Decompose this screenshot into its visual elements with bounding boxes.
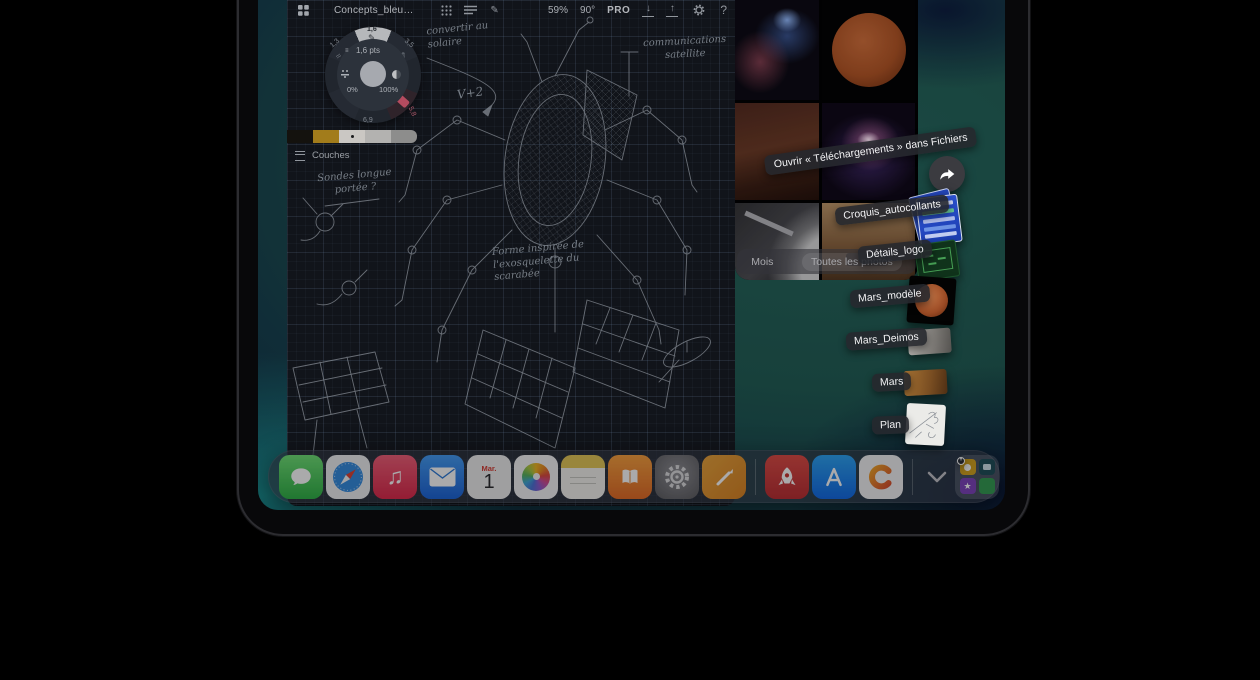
active-tool-size: 1,6	[367, 26, 377, 33]
swatch-black[interactable]	[287, 130, 313, 143]
safari-app-icon[interactable]	[326, 455, 370, 499]
app-library-icon[interactable]: ★	[955, 455, 999, 499]
forward-arrow-icon	[936, 163, 958, 185]
rocket-app-icon[interactable]	[765, 455, 809, 499]
concepts-c-icon	[866, 462, 896, 492]
share-forward-button[interactable]	[929, 156, 965, 192]
calendar-day: 1	[483, 472, 494, 493]
chat-bubble-icon	[288, 464, 314, 490]
swatch-white-selected[interactable]	[339, 130, 365, 143]
photos-flower-icon	[522, 463, 550, 491]
blend-mode-icon	[392, 70, 401, 79]
plan-sketch-lines	[905, 403, 946, 446]
dock-divider-2	[912, 459, 913, 495]
settings-app-icon[interactable]	[655, 455, 699, 499]
swatch-lightgray[interactable]	[365, 130, 391, 143]
messages-app-icon[interactable]	[279, 455, 323, 499]
swatch-gray[interactable]	[391, 130, 417, 143]
drawing-pen-app-icon[interactable]	[702, 455, 746, 499]
dock-divider	[755, 459, 756, 495]
concepts-app-canvas[interactable]: Concepts_bleu… ✎ 59% 90° PRO ↓ ↑ ?	[287, 0, 735, 506]
books-app-icon[interactable]	[608, 455, 652, 499]
tool-wheel[interactable]: 1,6 ✎ 1,3 ≈ 3,5 ✎ 5,8 6,9 1,6 pts ≡ 0% 1…	[323, 25, 423, 125]
app-store-icon[interactable]	[812, 455, 856, 499]
photo-horsehead-nebula[interactable]	[735, 0, 819, 100]
dock-apps: ♫ Mar. 1	[279, 455, 999, 499]
layers-button[interactable]: Couches	[295, 150, 350, 161]
dragged-plan-sketch[interactable]	[905, 403, 946, 446]
envelope-icon	[429, 467, 456, 487]
music-app-icon[interactable]: ♫	[373, 455, 417, 499]
pen-icon	[711, 464, 737, 490]
dock: ♫ Mar. 1	[268, 450, 1000, 503]
opacity-min: 0%	[347, 85, 358, 94]
gear-icon	[662, 462, 692, 492]
ipad-screen: Concepts_bleu… ✎ 59% 90° PRO ↓ ↑ ?	[258, 0, 1005, 510]
tool-wheel-knob[interactable]	[360, 61, 386, 87]
photos-app-icon[interactable]	[514, 455, 558, 499]
chevron-down-icon	[927, 471, 947, 483]
open-book-icon	[618, 465, 642, 489]
color-palette	[287, 130, 417, 143]
concepts-app-icon[interactable]	[859, 455, 903, 499]
star-mini-icon: ★	[960, 478, 976, 494]
airbrush-icon	[341, 70, 351, 79]
clock-mini-icon	[979, 478, 995, 494]
mail-app-icon[interactable]	[420, 455, 464, 499]
mars-globe	[832, 13, 906, 87]
layers-icon	[295, 151, 305, 161]
notes-app-icon[interactable]	[561, 455, 605, 499]
layers-label: Couches	[312, 150, 350, 161]
calendar-app-icon[interactable]: Mar. 1	[467, 455, 511, 499]
rocket-icon	[774, 464, 800, 490]
compass-icon	[331, 460, 365, 494]
appstore-a-icon	[820, 463, 848, 491]
eraser-size: 5,8	[407, 106, 417, 118]
camera-mini-icon	[979, 459, 995, 475]
swatch-gold[interactable]	[313, 130, 339, 143]
dock-collapse-chevron[interactable]	[922, 455, 952, 499]
photo-mars-globe[interactable]	[822, 0, 915, 100]
drag-label-plan[interactable]: Plan	[872, 415, 910, 434]
screenshot-stage: Concepts_bleu… ✎ 59% 90° PRO ↓ ↑ ?	[0, 0, 1260, 680]
selected-swatch-dot	[351, 135, 354, 138]
music-note-icon: ♫	[386, 463, 403, 490]
annotation-satellite: communications satellite	[634, 33, 735, 63]
tab-months[interactable]: Mois	[751, 256, 773, 268]
stroke-lines-icon: ≡	[345, 48, 349, 54]
opacity-max: 100%	[379, 85, 398, 94]
drag-label-mars[interactable]: Mars	[872, 372, 912, 392]
tool-size-bottom: 6,9	[363, 117, 373, 124]
stroke-width-label: 1,6 pts	[356, 46, 380, 55]
